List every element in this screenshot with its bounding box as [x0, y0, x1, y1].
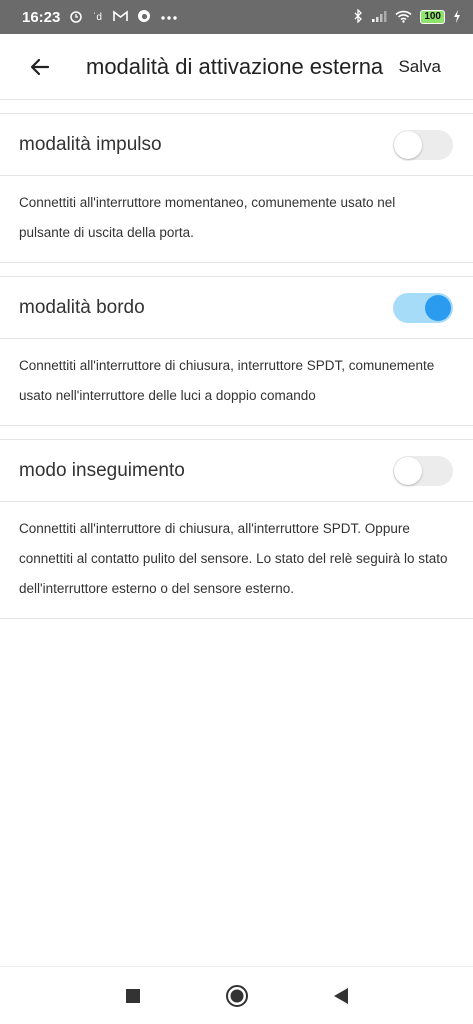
save-button[interactable]: Salva [398, 57, 441, 77]
mode-label: modalità impulso [19, 133, 162, 155]
signal-icon [371, 10, 387, 25]
mode-row-follow: modo inseguimento [0, 440, 473, 502]
more-icon [160, 11, 178, 23]
gmail-icon [113, 10, 129, 24]
edge-toggle[interactable] [393, 292, 453, 323]
mode-description: Connettiti all'interruttore di chiusura,… [19, 358, 435, 403]
charging-icon [453, 9, 461, 25]
notification-icon: ˈd [92, 10, 104, 24]
bluetooth-icon [353, 8, 363, 25]
mode-description: Connettiti all'interruttore momentaneo, … [19, 195, 396, 240]
wifi-icon [395, 10, 412, 25]
mode-description: Connettiti all'interruttore di chiusura,… [19, 521, 448, 596]
mode-label: modo inseguimento [19, 459, 185, 481]
mode-section-impulse: modalità impulso Connettiti all'interrut… [0, 114, 473, 263]
status-time: 16:23 [22, 8, 61, 26]
follow-toggle[interactable] [393, 455, 453, 486]
section-divider [0, 426, 473, 440]
section-divider [0, 263, 473, 277]
status-bar: 16:23 ˈd 100 [0, 0, 473, 34]
modes-list: modalità impulso Connettiti all'interrut… [0, 100, 473, 619]
home-circle-icon[interactable] [225, 984, 249, 1008]
mode-row-impulse: modalità impulso [0, 114, 473, 176]
recents-square-icon[interactable] [121, 984, 145, 1008]
toggle-knob [394, 130, 422, 159]
mode-section-follow: modo inseguimento Connettiti all'interru… [0, 440, 473, 619]
alarm-icon [69, 9, 83, 25]
page-title: modalità di attivazione esterna [86, 53, 384, 79]
section-divider [0, 100, 473, 114]
app-header: modalità di attivazione esterna Salva [0, 34, 473, 100]
system-nav-bar [0, 966, 473, 1024]
arrow-left-icon[interactable] [28, 47, 68, 87]
back-triangle-icon[interactable] [329, 984, 353, 1008]
svg-text:ˈd: ˈd [93, 12, 102, 22]
vodafone-icon [137, 9, 151, 25]
mode-row-edge: modalità bordo [0, 277, 473, 339]
impulse-toggle[interactable] [393, 129, 453, 160]
toggle-knob [394, 456, 422, 485]
toggle-knob [425, 294, 451, 321]
mode-section-edge: modalità bordo Connettiti all'interrutto… [0, 277, 473, 426]
battery-icon: 100 [420, 10, 445, 24]
mode-label: modalità bordo [19, 296, 145, 318]
